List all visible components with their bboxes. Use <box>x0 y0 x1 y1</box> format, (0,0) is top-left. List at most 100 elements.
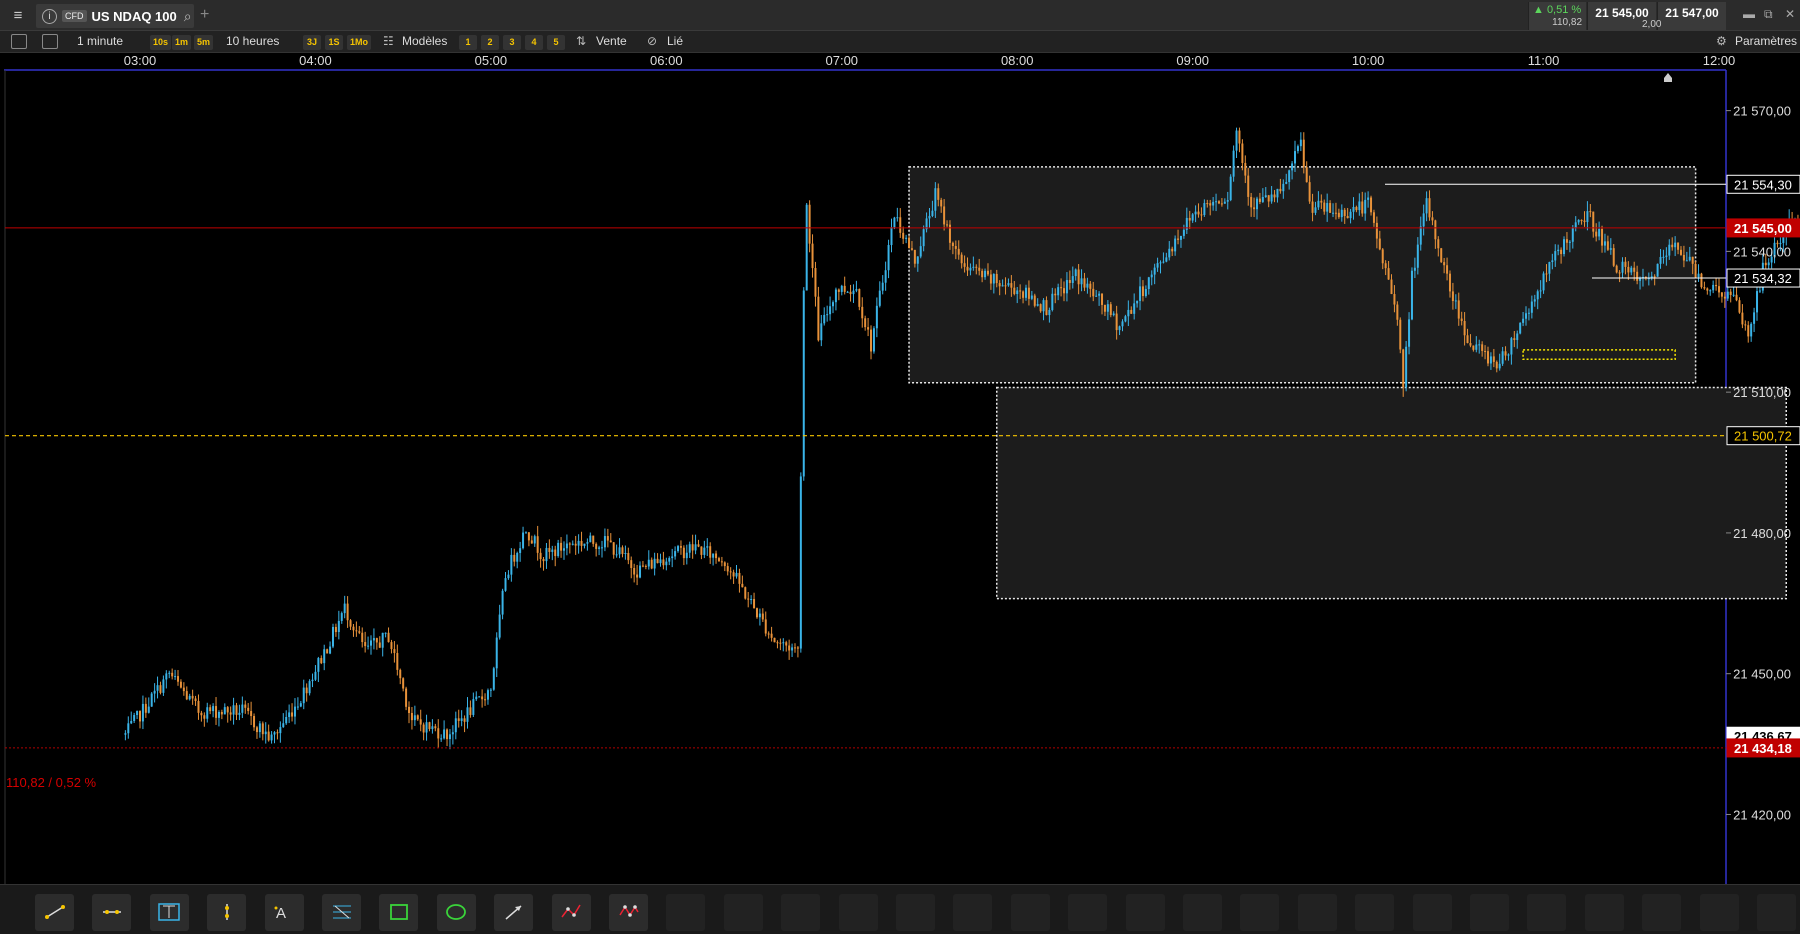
candle <box>1405 341 1408 392</box>
candle <box>1656 263 1659 277</box>
svg-text:A: A <box>276 905 286 921</box>
text-annotation-tool-button[interactable]: A <box>264 894 304 931</box>
candle <box>1399 317 1402 354</box>
y-tick-label: 21 450,00 <box>1733 667 1791 682</box>
zigzag-path-tool-button[interactable] <box>551 894 591 931</box>
restore-icon[interactable]: ⧉ <box>1764 7 1773 22</box>
empty-tool-slot <box>1584 894 1624 931</box>
templates-icon: ☷ <box>383 34 394 48</box>
fibonacci-levels-icon <box>331 905 353 925</box>
x-tick-label: 10:00 <box>1352 53 1385 68</box>
y-tick-label: 21 420,00 <box>1733 807 1791 822</box>
link-button[interactable]: Lié <box>667 34 683 48</box>
price-label-reference[interactable]: 21 434,18 <box>1726 738 1800 758</box>
candle <box>773 637 776 643</box>
arrow-tool-button[interactable] <box>494 894 534 931</box>
empty-tool-slot <box>1183 894 1222 931</box>
empty-tool-slot <box>1527 894 1567 931</box>
candle <box>1519 322 1522 335</box>
empty-tool-slot <box>1355 894 1395 931</box>
layout-2-button[interactable]: 2 <box>481 35 499 50</box>
price-label-alert[interactable]: 21 500,72 <box>1726 426 1800 446</box>
zigzag-path-icon <box>560 904 582 925</box>
empty-tool-slot <box>1757 894 1796 931</box>
empty-tool-slot <box>1068 894 1108 931</box>
x-tick-label: 09:00 <box>1176 53 1209 68</box>
price-label-high[interactable]: 21 554,30 <box>1726 174 1800 194</box>
interval-5m-button[interactable]: 5m <box>194 35 214 50</box>
x-tick-label: 11:00 <box>1528 53 1560 68</box>
range-1s-button[interactable]: 1S <box>325 35 343 50</box>
empty-tool-slot <box>1297 894 1337 931</box>
gear-icon[interactable]: ⚙ <box>1716 34 1727 48</box>
candle <box>1033 293 1036 308</box>
candle <box>805 202 808 291</box>
add-tab-icon[interactable]: + <box>200 6 209 24</box>
info-icon[interactable]: i <box>42 8 57 24</box>
empty-tool-slot <box>1240 894 1280 931</box>
buy-price-button[interactable]: 21 547,00 2,00 <box>1642 2 1726 30</box>
price-chart[interactable]: 03:00 04:00 05:00 06:00 07:00 08:00 09:00 10:00… <box>0 53 1800 884</box>
layout-3-button[interactable]: 3 <box>503 35 521 50</box>
y-tick-label: 21 540,00 <box>1733 244 1791 259</box>
layout-1-button[interactable]: 1 <box>459 35 477 50</box>
panel-icon[interactable] <box>11 34 27 49</box>
horizontal-line-tool-button[interactable] <box>92 894 132 931</box>
fibonacci-levels-tool-button[interactable] <box>322 894 361 931</box>
change-absolute: 110,82 <box>1552 17 1582 28</box>
ask-price: 21 547,00 <box>1665 6 1719 20</box>
templates-button[interactable]: Modèles <box>402 34 447 48</box>
lower-range-box[interactable] <box>996 386 1788 600</box>
search-icon[interactable]: ⌕ <box>184 8 192 25</box>
settings-button[interactable]: Paramètres <box>1735 34 1797 48</box>
interval-1m-button[interactable]: 1m <box>172 35 192 50</box>
layout-grid-icon[interactable] <box>42 34 58 49</box>
vertical-range-tool-button[interactable] <box>149 894 189 931</box>
price-label-mid[interactable]: 21 534,32 <box>1726 268 1800 288</box>
price-label-current[interactable]: 21 545,00 <box>1726 218 1800 238</box>
range-1mo-button[interactable]: 1Mo <box>347 35 371 50</box>
candle <box>755 607 758 619</box>
vertical-line-icon <box>216 904 238 925</box>
empty-tool-slot <box>1010 894 1050 931</box>
x-tick-label: 12:00 <box>1703 53 1736 68</box>
svg-text:21 534,32: 21 534,32 <box>1734 271 1792 286</box>
instrument-tab[interactable]: i CFD US NDAQ 100 ⌕ <box>36 4 194 28</box>
empty-tool-slot <box>953 894 993 931</box>
empty-tool-slot <box>666 894 706 931</box>
trend-line-tool-button[interactable] <box>35 894 74 931</box>
candle <box>492 666 495 691</box>
x-tick-label: 08:00 <box>1001 53 1034 68</box>
range-select[interactable]: 10 heures <box>226 34 279 48</box>
candle <box>150 692 153 707</box>
candle <box>1410 267 1413 321</box>
candle <box>1440 247 1443 263</box>
empty-tool-slot <box>1699 894 1739 931</box>
sell-button[interactable]: Vente <box>596 34 627 48</box>
menu-icon[interactable]: ≡ <box>8 7 28 24</box>
svg-text:21 500,72: 21 500,72 <box>1734 429 1792 444</box>
ellipse-tool-button[interactable] <box>436 894 476 931</box>
timeframe-select[interactable]: 1 minute <box>77 34 123 48</box>
candle <box>1229 174 1232 202</box>
empty-tool-slot <box>723 894 763 931</box>
empty-tool-slot <box>838 894 878 931</box>
y-tick-label: 21 480,00 <box>1733 526 1791 541</box>
drawing-toolbar: A <box>0 884 1800 934</box>
pattern-icon <box>618 905 640 925</box>
rectangle-icon <box>388 904 410 925</box>
rectangle-tool-button[interactable] <box>379 894 419 931</box>
layout-5-button[interactable]: 5 <box>547 35 565 50</box>
layout-4-button[interactable]: 4 <box>525 35 543 50</box>
minimize-icon[interactable]: ▬ <box>1743 7 1755 21</box>
change-percent: ▲ 0,51 % <box>1533 4 1582 16</box>
range-3j-button[interactable]: 3J <box>303 35 321 50</box>
x-tick-label: 07:00 <box>826 53 859 68</box>
text-annotation-icon: A <box>273 905 295 925</box>
upper-range-box[interactable] <box>908 166 1697 384</box>
y-tick-label: 21 510,00 <box>1733 385 1791 400</box>
vertical-line-tool-button[interactable] <box>207 894 247 931</box>
pattern-tool-button[interactable] <box>609 894 648 931</box>
close-icon[interactable]: ✕ <box>1785 7 1795 21</box>
interval-10s-button[interactable]: 10s <box>150 35 172 50</box>
